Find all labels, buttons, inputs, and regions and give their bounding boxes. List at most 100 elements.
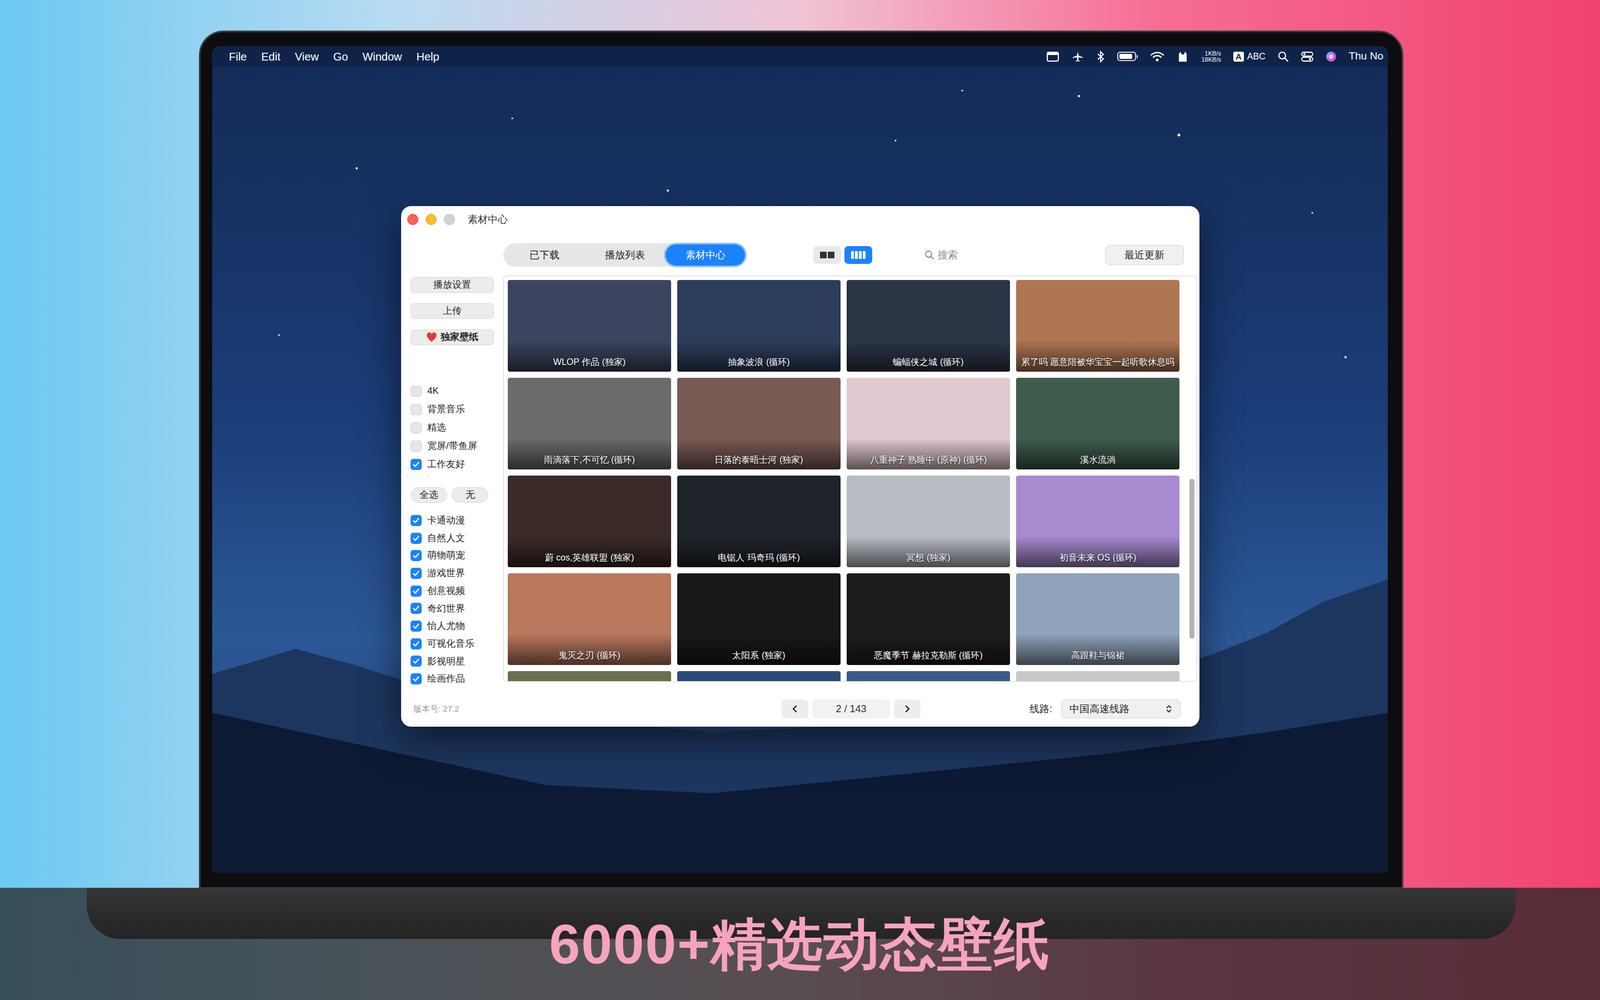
checkbox[interactable] [410, 403, 422, 415]
feature-filters: 4K背景音乐精选宽屏/带鱼屏工作友好 [410, 381, 494, 474]
filter-option[interactable]: 可视化音乐 [410, 635, 494, 653]
view-mode-button[interactable] [813, 246, 842, 264]
battery-icon [1117, 51, 1138, 62]
view-mode-button[interactable] [844, 246, 873, 264]
checkbox[interactable] [410, 585, 422, 597]
version-label: 版本号: 27.2 [401, 702, 504, 716]
sidebar-button[interactable]: 上传 [410, 303, 494, 319]
wallpaper-tile[interactable]: 高跟鞋与锦裙 [1016, 573, 1180, 665]
wallpaper-tile[interactable]: 抽象波浪 (循环) [677, 280, 841, 372]
wallpaper-tile[interactable]: 累了吗 愿意陪被华宝宝一起听歌休息吗 [1016, 280, 1180, 372]
wallpaper-tile[interactable]: 雨滴落下,不可忆 (循环) [507, 377, 672, 470]
wallpaper-tile[interactable]: 初音未来 OS (循环) [1016, 475, 1180, 568]
chevron-right-icon [903, 704, 911, 714]
sidebar-button[interactable]: 独家壁纸 [410, 329, 494, 345]
filter-option[interactable]: 影视明星 [410, 652, 494, 671]
menu-list: File Edit View Go Window Help [228, 48, 440, 65]
option-label: 宽屏/带鱼屏 [427, 438, 478, 454]
tile-title: 恶魔季节 赫拉克勒斯 (循环) [848, 650, 1008, 662]
wallpaper-tile[interactable]: 溪水流淌 [1016, 377, 1180, 470]
checkbox[interactable] [410, 458, 422, 470]
scrollbar-track[interactable] [1188, 278, 1195, 679]
checkbox[interactable] [410, 655, 422, 667]
sidebar-button[interactable]: 播放设置 [410, 277, 494, 293]
tab[interactable]: 已下载 [504, 244, 584, 266]
filter-option[interactable]: 怡人尤物 [410, 617, 494, 635]
menu-item[interactable]: View [295, 48, 319, 65]
tab[interactable]: 素材中心 [665, 244, 745, 266]
checkbox[interactable] [410, 422, 422, 434]
wallpaper-tile[interactable]: 日落的泰晤士河 (独家) [677, 377, 841, 470]
wallpaper-tile[interactable]: 冥想 (独家) [846, 475, 1010, 568]
wallpaper-tile[interactable]: 电锯人 玛奇玛 (循环) [677, 475, 841, 568]
checkbox[interactable] [410, 567, 422, 579]
battery-fill [1119, 53, 1132, 59]
tile-title: 电锯人 玛奇玛 (循环) [679, 552, 839, 564]
select-button[interactable]: 无 [451, 487, 489, 503]
heart-icon [426, 332, 438, 343]
tile-title: 冥想 (独家) [848, 552, 1008, 564]
wallpaper-tile[interactable]: 蔚 cos,英雄联盟 (独家) [507, 475, 672, 568]
filter-option[interactable]: 游戏世界 [410, 564, 494, 583]
updown-chevron-icon [1165, 703, 1173, 714]
status-area: 1KB/s18KB/sAABCThu No [1046, 48, 1384, 65]
sidebar: 播放设置上传独家壁纸 4K背景音乐精选宽屏/带鱼屏工作友好全选无卡通动漫自然人文萌… [401, 232, 504, 692]
input-source[interactable]: AABC [1233, 50, 1266, 64]
wallpaper-tile[interactable]: 太阳系 (独家) [677, 573, 841, 665]
filter-option[interactable]: 绘画作品 [410, 670, 494, 688]
wallpaper-tile[interactable]: 鬼灭之刃 (循环) [507, 573, 672, 665]
filter-option[interactable]: 精选 [410, 418, 494, 437]
option-label: 卡通动漫 [427, 513, 465, 528]
checkbox[interactable] [410, 620, 422, 632]
tile-title: 抽象波浪 (循环) [679, 356, 839, 368]
window-title: 素材中心 [467, 212, 508, 228]
menu-item[interactable]: Go [333, 48, 349, 65]
route-value: 中国高速线路 [1069, 701, 1130, 717]
wifi-icon [1150, 51, 1165, 63]
filter-option[interactable]: 4K [410, 381, 494, 400]
menu-item[interactable]: Window [362, 48, 402, 65]
filter-option[interactable]: 卡通动漫 [410, 511, 494, 530]
checkbox[interactable] [410, 515, 422, 527]
menu-item[interactable]: Help [416, 48, 440, 65]
checkbox[interactable] [410, 550, 422, 562]
sort-button[interactable]: 最近更新 [1105, 245, 1184, 265]
menu-item[interactable]: Edit [261, 48, 280, 65]
prev-page-button[interactable] [781, 699, 809, 719]
sidebar-buttons: 播放设置上传独家壁纸 [410, 277, 494, 345]
wallpaper-tile[interactable]: 恶魔季节 赫拉克勒斯 (循环) [846, 573, 1010, 665]
minimize-button[interactable] [425, 213, 437, 225]
select-button[interactable]: 全选 [410, 487, 448, 503]
wallpaper-tile[interactable]: 八重神子 熟睡中 (原神) (循环) [846, 377, 1010, 470]
filter-option[interactable]: 创意视频 [410, 582, 494, 600]
wallpaper-tile[interactable] [507, 671, 672, 682]
checkbox[interactable] [410, 440, 422, 452]
search-input[interactable] [937, 247, 1022, 263]
filter-option[interactable]: 背景音乐 [410, 400, 494, 419]
wallpaper-tile[interactable] [1016, 671, 1180, 682]
filter-option[interactable]: 工作友好 [410, 455, 494, 474]
tile-shade [846, 536, 1010, 568]
zoom-button[interactable] [443, 213, 455, 225]
close-button[interactable] [407, 213, 419, 225]
wallpaper-tile[interactable]: WLOP 作品 (独家) [507, 280, 672, 372]
filter-option[interactable]: 萌物萌宠 [410, 546, 494, 565]
checkbox[interactable] [410, 602, 422, 614]
next-page-button[interactable] [893, 699, 921, 719]
checkbox[interactable] [410, 638, 422, 650]
wallpaper-tile[interactable] [677, 671, 841, 682]
airplane-icon [1071, 50, 1084, 63]
scrollbar-thumb[interactable] [1189, 478, 1195, 639]
checkbox[interactable] [410, 385, 422, 397]
checkbox[interactable] [410, 532, 422, 544]
wallpaper-tile[interactable] [846, 671, 1010, 682]
filter-option[interactable]: 自然人文 [410, 529, 494, 548]
route-dropdown[interactable]: 中国高速线路 [1061, 699, 1181, 719]
option-label: 萌物萌宠 [427, 548, 465, 563]
menu-item[interactable]: File [228, 48, 247, 65]
filter-option[interactable]: 宽屏/带鱼屏 [410, 436, 494, 455]
wallpaper-tile[interactable]: 蝙蝠侠之城 (循环) [846, 280, 1010, 372]
checkbox[interactable] [410, 673, 422, 685]
filter-option[interactable]: 奇幻世界 [410, 599, 494, 618]
tab[interactable]: 播放列表 [585, 244, 665, 266]
